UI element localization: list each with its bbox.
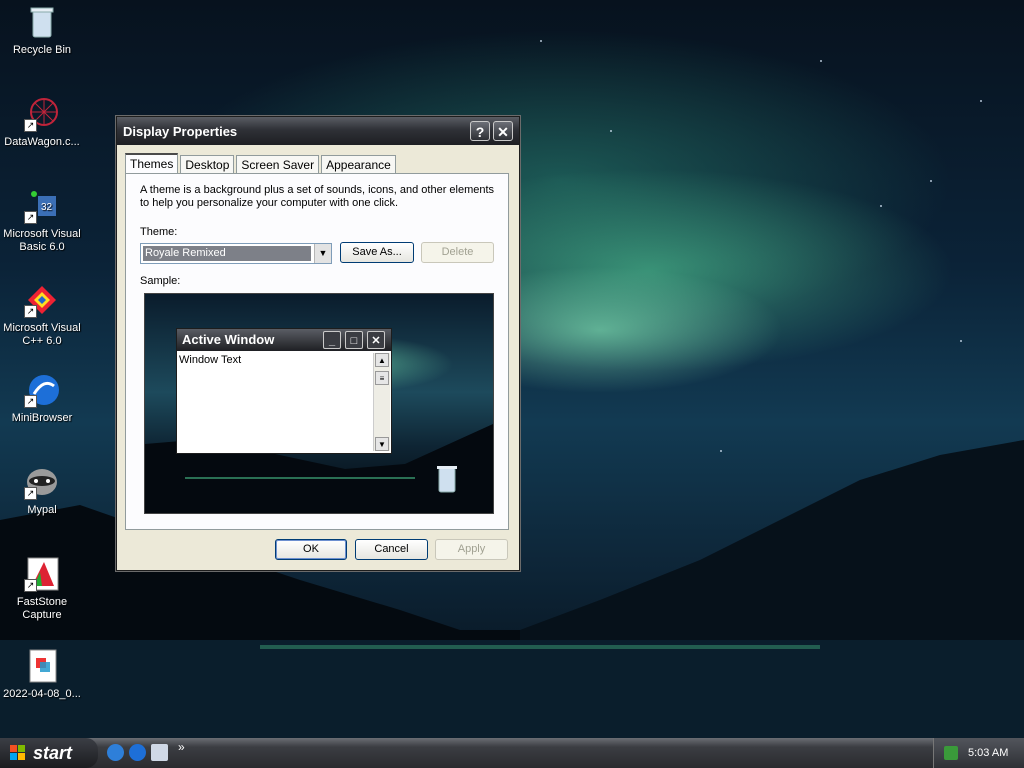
windows-flag-icon [10,745,26,761]
shortcut-arrow-icon: ↗ [24,579,37,592]
desktop-icon-datawagon[interactable]: ↗ DataWagon.c... [0,96,84,149]
sample-window-title: Active Window [182,332,275,347]
maximize-icon: □ [345,331,363,349]
themes-description: A theme is a background plus a set of so… [140,184,495,209]
cancel-button[interactable]: Cancel [355,539,428,560]
tab-screen-saver[interactable]: Screen Saver [236,155,320,174]
sample-label: Sample: [140,275,181,287]
scroll-down-icon: ▼ [375,437,389,451]
system-tray: 5:03 AM [933,738,1024,768]
scroll-thumb: ≡ [375,371,389,385]
ok-button[interactable]: OK [275,539,347,560]
visual-basic-icon: 32 ↗ [24,188,60,224]
tab-appearance[interactable]: Appearance [321,155,396,174]
display-properties-window: Display Properties ? ✕ Themes Desktop Sc… [116,116,520,571]
desktop-icon-visual-cpp[interactable]: ↗ Microsoft Visual C++ 6.0 [0,282,84,348]
quick-launch-expand-button[interactable]: » [178,740,185,754]
shortcut-arrow-icon: ↗ [24,211,37,224]
sample-scrollbar: ▲ ≡ ▼ [373,353,390,451]
minibrowser-icon: ↗ [24,372,60,408]
help-button[interactable]: ? [470,121,490,141]
network-icon[interactable] [944,746,958,760]
desktop-icon-image-file[interactable]: 2022-04-08_0... [0,648,84,701]
theme-sample-preview: Active Window _ □ ✕ Window Text ▲ ≡ ▼ [144,293,494,514]
start-label: start [33,743,73,763]
close-button[interactable]: ✕ [493,121,513,141]
shortcut-arrow-icon: ↗ [24,305,37,318]
desktop-icon-recycle-bin[interactable]: Recycle Bin [0,4,84,57]
mypal-icon: ↗ [24,464,60,500]
show-desktop-icon[interactable] [151,744,168,761]
window-titlebar[interactable]: Display Properties ? ✕ [117,117,519,145]
desktop-icon-mypal[interactable]: ↗ Mypal [0,464,84,517]
desktop-icon-visual-basic[interactable]: 32 ↗ Microsoft Visual Basic 6.0 [0,188,84,254]
theme-select[interactable]: Royale Remixed ▼ [140,243,332,264]
internet-explorer-icon[interactable] [107,744,124,761]
sample-window-titlebar: Active Window _ □ ✕ [177,329,391,351]
visual-cpp-icon: ↗ [24,282,60,318]
themes-panel: A theme is a background plus a set of so… [125,173,509,530]
svg-text:32: 32 [41,202,53,213]
theme-label: Theme: [140,226,178,238]
start-button[interactable]: start [0,738,98,768]
shortcut-arrow-icon: ↗ [24,395,37,408]
sample-active-window: Active Window _ □ ✕ Window Text ▲ ≡ ▼ [176,328,392,454]
datawagon-icon: ↗ [24,96,60,132]
sample-recycle-bin-icon [437,466,457,493]
theme-select-value: Royale Remixed [143,246,311,261]
image-file-icon [24,648,60,684]
scroll-up-icon: ▲ [375,353,389,367]
minimize-icon: _ [323,331,341,349]
window-title: Display Properties [123,124,238,139]
desktop-icon-faststone[interactable]: ↗ FastStone Capture [0,556,84,622]
tab-strip: Themes Desktop Screen Saver Appearance [125,153,398,176]
recycle-bin-icon [24,4,60,40]
shortcut-arrow-icon: ↗ [24,487,37,500]
tab-desktop[interactable]: Desktop [180,155,235,174]
apply-button[interactable]: Apply [435,539,508,560]
delete-button[interactable]: Delete [421,242,494,263]
faststone-icon: ↗ [24,556,60,592]
taskbar: start » 5:03 AM [0,738,1024,768]
save-as-button[interactable]: Save As... [340,242,414,263]
shortcut-arrow-icon: ↗ [24,119,37,132]
chevron-down-icon[interactable]: ▼ [314,244,331,263]
clock[interactable]: 5:03 AM [968,738,1008,768]
desktop-icon-minibrowser[interactable]: ↗ MiniBrowser [0,372,84,425]
sample-window-text: Window Text [179,354,242,366]
minibrowser-icon[interactable] [129,744,146,761]
close-icon: ✕ [367,331,385,349]
